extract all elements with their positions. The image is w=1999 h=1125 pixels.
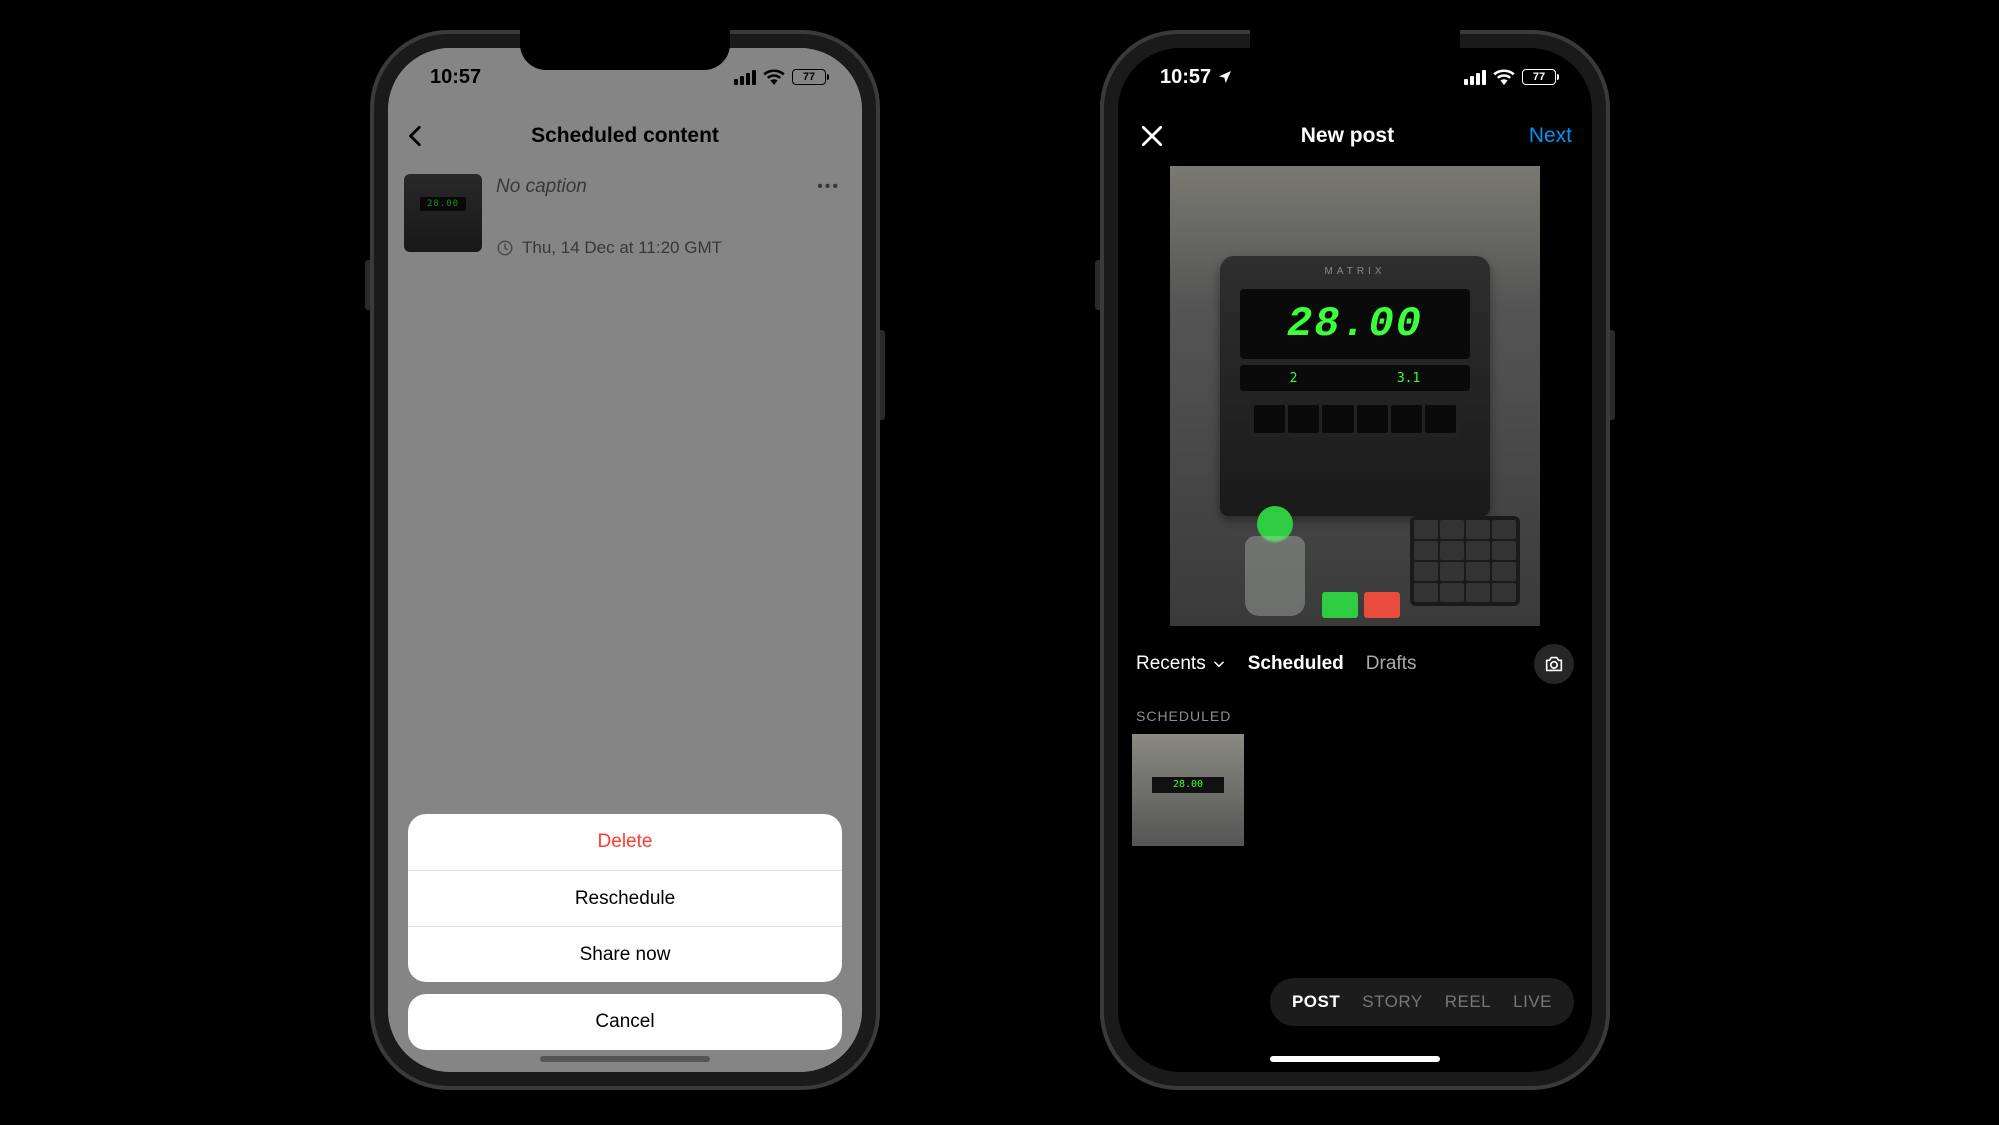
battery-level: 77 [803, 71, 815, 83]
water-bottle [1240, 506, 1310, 616]
console-readout: 28.00 [1240, 289, 1470, 359]
phone-new-post: 10:57 77 New post Next MATRIX [1100, 30, 1610, 1090]
media-grid: 28.00 [1118, 734, 1592, 846]
cancel-button[interactable]: Cancel [408, 994, 842, 1050]
delete-button[interactable]: Delete [408, 814, 842, 870]
cellular-signal-icon [1464, 70, 1486, 85]
page-title: New post [1301, 124, 1394, 148]
wifi-icon [763, 69, 785, 85]
console-sub-readout: 2 3.1 [1240, 365, 1470, 391]
home-indicator[interactable] [1270, 1056, 1440, 1062]
library-tabs: Recents Scheduled Drafts [1118, 626, 1592, 694]
mode-post[interactable]: POST [1292, 992, 1340, 1012]
reschedule-button[interactable]: Reschedule [408, 870, 842, 926]
media-thumbnail[interactable]: 28.00 [1132, 734, 1244, 846]
new-post-header: New post Next [1118, 106, 1592, 166]
next-button[interactable]: Next [1529, 124, 1572, 148]
camera-button[interactable] [1534, 644, 1574, 684]
cellular-signal-icon [734, 70, 756, 85]
wifi-icon [1493, 69, 1515, 85]
close-button[interactable] [1138, 122, 1166, 150]
home-indicator[interactable] [540, 1056, 710, 1062]
keypad [1410, 516, 1520, 606]
treadmill-console: MATRIX 28.00 2 3.1 [1220, 256, 1490, 516]
console-brand: MATRIX [1220, 256, 1490, 277]
tab-scheduled[interactable]: Scheduled [1248, 653, 1344, 675]
tab-recents[interactable]: Recents [1136, 653, 1226, 675]
status-time: 10:57 [430, 66, 481, 89]
notch [520, 30, 730, 70]
battery-level: 77 [1533, 71, 1545, 83]
notch [1250, 30, 1460, 70]
chevron-down-icon [1212, 657, 1226, 671]
action-sheet: Delete Reschedule Share now Cancel [408, 814, 842, 1050]
status-time: 10:57 [1160, 66, 1211, 89]
mode-reel[interactable]: REEL [1445, 992, 1491, 1012]
location-icon [1217, 69, 1233, 85]
share-now-button[interactable]: Share now [408, 926, 842, 982]
mode-story[interactable]: STORY [1362, 992, 1422, 1012]
battery-icon: 77 [792, 69, 826, 85]
tab-drafts[interactable]: Drafts [1366, 653, 1417, 675]
camera-icon [1543, 653, 1565, 675]
phone-scheduled-content: 10:57 77 Scheduled content 28.00 No [370, 30, 880, 1090]
compose-mode-selector: POST STORY REEL LIVE [1270, 978, 1574, 1026]
battery-icon: 77 [1522, 69, 1556, 85]
mode-live[interactable]: LIVE [1513, 992, 1552, 1012]
media-preview[interactable]: MATRIX 28.00 2 3.1 [1170, 166, 1540, 626]
start-stop-buttons [1322, 592, 1400, 618]
section-label-scheduled: SCHEDULED [1118, 694, 1592, 734]
